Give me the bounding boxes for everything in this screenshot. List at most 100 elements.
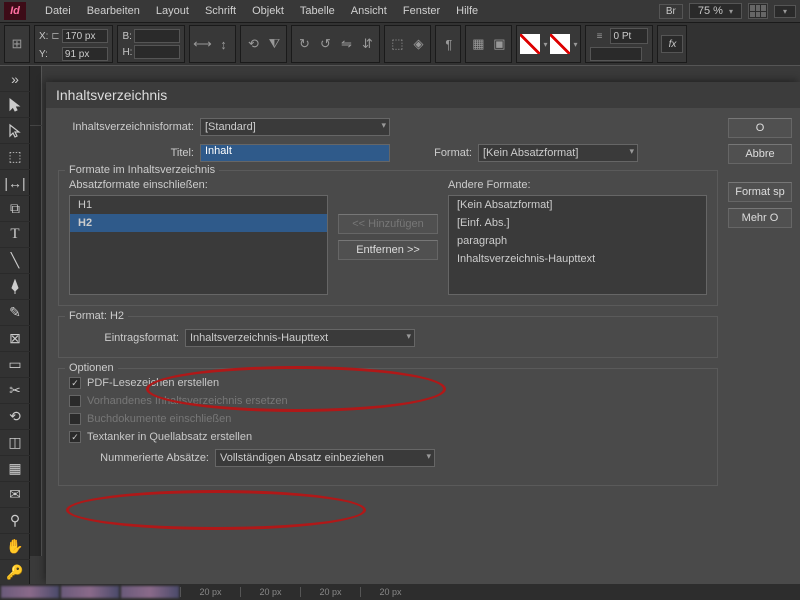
entry-format-label: Eintragsformat: bbox=[69, 332, 179, 344]
y-label: Y: bbox=[39, 49, 48, 60]
scissors-tool[interactable]: ✂ bbox=[0, 378, 30, 404]
fill-frame-icon[interactable]: ▣ bbox=[490, 35, 508, 53]
rectangle-frame-tool[interactable]: ⊠ bbox=[0, 326, 30, 352]
replace-toc-checkbox: Vorhandenes Inhaltsverzeichnis ersetzen bbox=[69, 395, 707, 407]
list-item[interactable]: H2 bbox=[70, 214, 327, 232]
list-item[interactable]: Inhaltsverzeichnis-Haupttext bbox=[449, 250, 706, 268]
save-format-button[interactable]: Format sp bbox=[728, 182, 792, 202]
scale-y-icon[interactable]: ↕ bbox=[214, 35, 232, 53]
formats-legend: Formate im Inhaltsverzeichnis bbox=[65, 164, 219, 176]
menu-help[interactable]: Hilfe bbox=[449, 2, 485, 20]
container-select-icon[interactable]: ⬚ bbox=[388, 35, 406, 53]
chevron-down-icon: ▾ bbox=[729, 7, 733, 16]
free-transform-tool[interactable]: ⟲ bbox=[0, 404, 30, 430]
menu-object[interactable]: Objekt bbox=[245, 2, 291, 20]
selection-tool[interactable] bbox=[0, 92, 30, 118]
fill-swatch[interactable] bbox=[520, 34, 540, 54]
ruler-tick: 20 px bbox=[240, 587, 300, 597]
stroke-weight-input[interactable] bbox=[610, 28, 648, 44]
bridge-button[interactable]: Br bbox=[659, 4, 683, 19]
thumbnail bbox=[61, 586, 119, 598]
toc-format-label: Inhaltsverzeichnisformat: bbox=[58, 121, 194, 133]
list-item[interactable]: [Einf. Abs.] bbox=[449, 214, 706, 232]
note-tool[interactable]: ✉ bbox=[0, 482, 30, 508]
scale-x-icon[interactable]: ⟷ bbox=[193, 35, 211, 53]
ruler-tick: 20 px bbox=[180, 587, 240, 597]
line-tool[interactable]: ╲ bbox=[0, 248, 30, 274]
ruler-tick: 20 px bbox=[360, 587, 420, 597]
direct-selection-tool[interactable] bbox=[0, 118, 30, 144]
shear-icon[interactable]: ⧨ bbox=[265, 35, 283, 53]
expand-icon[interactable]: » bbox=[0, 66, 30, 92]
content-collector-tool[interactable]: ⧉ bbox=[0, 196, 30, 222]
hand-tool[interactable]: ✋ bbox=[0, 534, 30, 560]
reference-point-icon[interactable]: ⊞ bbox=[8, 35, 26, 53]
menu-layout[interactable]: Layout bbox=[149, 2, 196, 20]
pdf-bookmarks-checkbox[interactable]: ✓ PDF-Lesezeichen erstellen bbox=[69, 377, 707, 389]
toc-format-dropdown[interactable]: [Standard] bbox=[200, 118, 390, 136]
h-input[interactable] bbox=[134, 45, 180, 59]
flip-h-icon[interactable]: ⇋ bbox=[337, 35, 355, 53]
paragraph-style-icon[interactable]: ¶ bbox=[439, 35, 457, 53]
title-format-dropdown[interactable]: [Kein Absatzformat] bbox=[478, 144, 638, 162]
more-options-button[interactable]: Mehr O bbox=[728, 208, 792, 228]
other-listbox[interactable]: [Kein Absatzformat] [Einf. Abs.] paragra… bbox=[448, 195, 707, 295]
bottom-ruler: 20 px 20 px 20 px 20 px bbox=[0, 584, 800, 600]
chevron-down-icon[interactable]: ▾ bbox=[543, 40, 547, 49]
pen-tool[interactable] bbox=[0, 274, 30, 300]
pencil-tool[interactable]: ✎ bbox=[0, 300, 30, 326]
arrange-dropdown[interactable]: ▾ bbox=[774, 5, 796, 18]
w-input[interactable] bbox=[134, 29, 180, 43]
stroke-weight-icon: ≡ bbox=[590, 27, 608, 45]
gap-tool[interactable]: |↔| bbox=[0, 170, 30, 196]
stroke-style-dropdown[interactable] bbox=[590, 47, 642, 61]
side-tab[interactable] bbox=[30, 66, 42, 126]
content-select-icon[interactable]: ◈ bbox=[409, 35, 427, 53]
entry-format-dropdown[interactable]: Inhaltsverzeichnis-Haupttext bbox=[185, 329, 415, 347]
fx-button[interactable]: fx bbox=[661, 35, 683, 53]
type-tool[interactable]: T bbox=[0, 222, 30, 248]
eyedropper-tool[interactable]: ⚲ bbox=[0, 508, 30, 534]
rotate-cw-icon[interactable]: ↻ bbox=[295, 35, 313, 53]
zoom-dropdown[interactable]: 75 %▾ bbox=[689, 3, 742, 19]
zoom-tool[interactable]: 🔑 bbox=[0, 560, 30, 586]
rectangle-tool[interactable]: ▭ bbox=[0, 352, 30, 378]
gradient-swatch-tool[interactable]: ◫ bbox=[0, 430, 30, 456]
menu-view[interactable]: Ansicht bbox=[344, 2, 394, 20]
chevron-down-icon[interactable]: ▾ bbox=[573, 40, 577, 49]
dialog-side-buttons: O Abbre Format sp Mehr O bbox=[728, 118, 788, 496]
app-menu-bar: Id Datei Bearbeiten Layout Schrift Objek… bbox=[0, 0, 800, 22]
menu-file[interactable]: Datei bbox=[38, 2, 78, 20]
options-legend: Optionen bbox=[65, 362, 118, 374]
x-input[interactable] bbox=[62, 29, 108, 43]
list-item[interactable]: H1 bbox=[70, 196, 327, 214]
menu-edit[interactable]: Bearbeiten bbox=[80, 2, 147, 20]
side-panel-tabs bbox=[30, 66, 42, 556]
text-anchor-checkbox[interactable]: ✓ Textanker in Quellabsatz erstellen bbox=[69, 431, 707, 443]
numbered-dropdown[interactable]: Vollständigen Absatz einbeziehen bbox=[215, 449, 435, 467]
remove-button[interactable]: Entfernen >> bbox=[338, 240, 438, 260]
page-tool[interactable]: ⬚ bbox=[0, 144, 30, 170]
y-input[interactable] bbox=[62, 47, 108, 61]
screen-mode-button[interactable] bbox=[748, 3, 768, 19]
chevron-down-icon: ▾ bbox=[783, 7, 787, 16]
ok-button[interactable]: O bbox=[728, 118, 792, 138]
link-icon[interactable]: ⊏ bbox=[50, 27, 60, 45]
menu-type[interactable]: Schrift bbox=[198, 2, 243, 20]
stroke-swatch[interactable] bbox=[550, 34, 570, 54]
menu-window[interactable]: Fenster bbox=[396, 2, 447, 20]
flip-v-icon[interactable]: ⇵ bbox=[358, 35, 376, 53]
rotate-ccw-icon[interactable]: ↺ bbox=[316, 35, 334, 53]
cancel-button[interactable]: Abbre bbox=[728, 144, 792, 164]
add-button[interactable]: << Hinzufügen bbox=[338, 214, 438, 234]
checkbox-label: Textanker in Quellabsatz erstellen bbox=[87, 431, 252, 443]
gradient-feather-tool[interactable]: ▦ bbox=[0, 456, 30, 482]
list-item[interactable]: [Kein Absatzformat] bbox=[449, 196, 706, 214]
title-input[interactable]: Inhalt bbox=[200, 144, 390, 162]
fill-auto-icon[interactable]: ▦ bbox=[469, 35, 487, 53]
include-listbox[interactable]: H1 H2 bbox=[69, 195, 328, 295]
rotate-icon[interactable]: ⟲ bbox=[244, 35, 262, 53]
x-label: X: bbox=[39, 31, 48, 42]
menu-table[interactable]: Tabelle bbox=[293, 2, 342, 20]
list-item[interactable]: paragraph bbox=[449, 232, 706, 250]
